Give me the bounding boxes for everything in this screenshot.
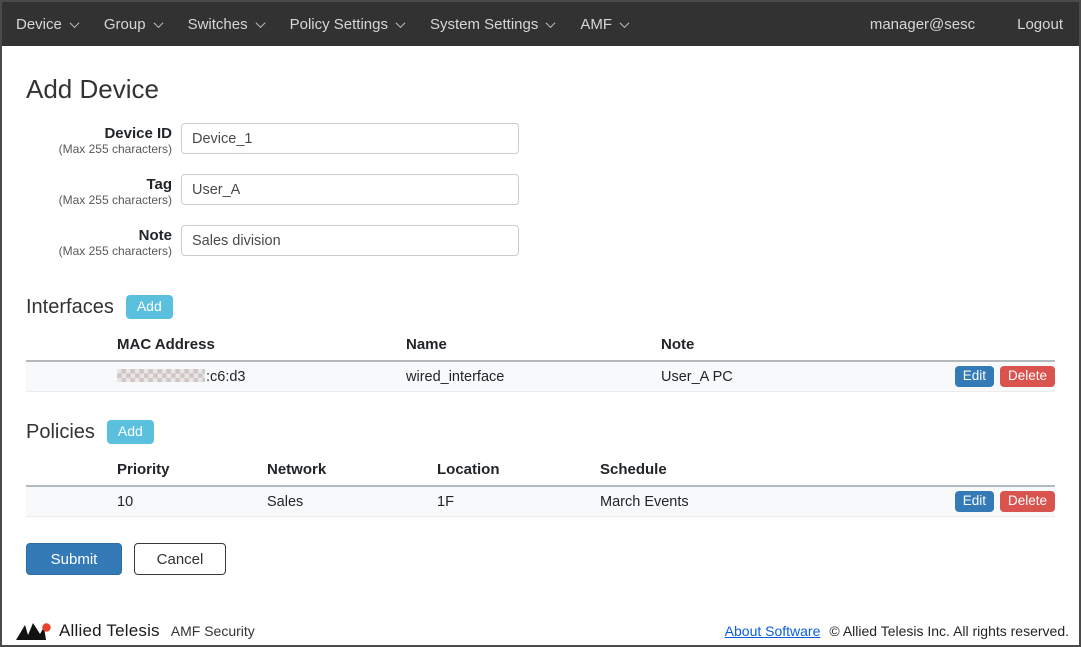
footer-brand: Allied Telesis AMF Security	[16, 621, 255, 641]
nav-item-label: Policy Settings	[290, 16, 388, 33]
nav-item-label: Group	[104, 16, 146, 33]
spacer-cell	[26, 331, 117, 361]
interface-delete-button[interactable]: Delete	[1000, 366, 1055, 387]
table-row: :c6:d3 wired_interface User_A PC Edit Del…	[26, 361, 1055, 392]
chevron-down-icon	[620, 18, 630, 28]
submit-button[interactable]: Submit	[26, 543, 122, 575]
col-priority: Priority	[117, 456, 267, 486]
table-row: 10 Sales 1F March Events Edit Delete	[26, 486, 1055, 517]
chevron-down-icon	[255, 18, 265, 28]
app-window: Device Group Switches Policy Settings Sy…	[0, 0, 1081, 647]
nav-item-device[interactable]: Device	[16, 16, 78, 33]
tag-field[interactable]	[181, 174, 519, 205]
main-content: Add Device Device ID (Max 255 characters…	[2, 74, 1079, 575]
logged-in-user[interactable]: manager@sesc	[870, 16, 975, 33]
page-title: Add Device	[26, 74, 1055, 105]
product-name: AMF Security	[171, 623, 255, 639]
policies-section-header: Policies Add	[26, 420, 1055, 444]
note-field[interactable]	[181, 225, 519, 256]
note-hint: (Max 255 characters)	[26, 245, 172, 259]
chevron-down-icon	[69, 18, 79, 28]
nav-item-amf[interactable]: AMF	[580, 16, 628, 33]
tag-label-block: Tag (Max 255 characters)	[26, 174, 172, 208]
interfaces-table: MAC Address Name Note :c6:d3 wired_inter…	[26, 331, 1055, 392]
nav-menu: Device Group Switches Policy Settings Sy…	[16, 16, 628, 33]
spacer-cell	[26, 361, 117, 392]
form-row-tag: Tag (Max 255 characters)	[26, 174, 1055, 208]
about-software-link[interactable]: About Software	[725, 623, 821, 639]
interface-actions-cell: Edit Delete	[923, 361, 1055, 392]
logout-button[interactable]: Logout	[1017, 16, 1063, 33]
policy-edit-button[interactable]: Edit	[955, 491, 994, 512]
nav-item-system-settings[interactable]: System Settings	[430, 16, 554, 33]
policy-schedule-cell: March Events	[600, 486, 923, 517]
chevron-down-icon	[153, 18, 163, 28]
policy-actions-cell: Edit Delete	[923, 486, 1055, 517]
form-row-device-id: Device ID (Max 255 characters)	[26, 123, 1055, 157]
form-actions: Submit Cancel	[26, 543, 1055, 575]
interfaces-header-row: MAC Address Name Note	[26, 331, 1055, 361]
top-navbar: Device Group Switches Policy Settings Sy…	[2, 2, 1079, 46]
device-id-hint: (Max 255 characters)	[26, 143, 172, 157]
nav-item-label: System Settings	[430, 16, 538, 33]
nav-item-label: Device	[16, 16, 62, 33]
col-name: Name	[406, 331, 661, 361]
nav-item-policy-settings[interactable]: Policy Settings	[290, 16, 404, 33]
policies-title: Policies	[26, 421, 95, 444]
device-id-field[interactable]	[181, 123, 519, 154]
brand-name: Allied Telesis	[59, 621, 160, 641]
nav-item-label: AMF	[580, 16, 612, 33]
mac-redacted-block	[117, 369, 205, 382]
allied-telesis-logo-icon	[16, 622, 52, 641]
policy-priority-cell: 10	[117, 486, 267, 517]
cancel-button[interactable]: Cancel	[134, 543, 226, 575]
col-mac-address: MAC Address	[117, 331, 406, 361]
interface-name-cell: wired_interface	[406, 361, 661, 392]
policies-table: Priority Network Location Schedule 10 Sa…	[26, 456, 1055, 517]
chevron-down-icon	[396, 18, 406, 28]
interface-note-cell: User_A PC	[661, 361, 923, 392]
copyright-text: © Allied Telesis Inc. All rights reserve…	[829, 623, 1069, 639]
interfaces-section-header: Interfaces Add	[26, 295, 1055, 319]
tag-label: Tag	[26, 176, 172, 193]
policy-location-cell: 1F	[437, 486, 600, 517]
col-actions	[923, 331, 1055, 361]
policies-add-button[interactable]: Add	[107, 420, 154, 444]
interfaces-add-button[interactable]: Add	[126, 295, 173, 319]
note-label-block: Note (Max 255 characters)	[26, 225, 172, 259]
footer-legal: About Software © Allied Telesis Inc. All…	[725, 623, 1069, 639]
policy-network-cell: Sales	[267, 486, 437, 517]
mac-suffix: :c6:d3	[206, 369, 246, 385]
chevron-down-icon	[546, 18, 556, 28]
policies-header-row: Priority Network Location Schedule	[26, 456, 1055, 486]
tag-hint: (Max 255 characters)	[26, 194, 172, 208]
footer: Allied Telesis AMF Security About Softwa…	[2, 621, 1079, 641]
device-id-label: Device ID	[26, 125, 172, 142]
spacer-cell	[26, 456, 117, 486]
col-network: Network	[267, 456, 437, 486]
col-location: Location	[437, 456, 600, 486]
form-row-note: Note (Max 255 characters)	[26, 225, 1055, 259]
col-note: Note	[661, 331, 923, 361]
nav-item-label: Switches	[188, 16, 248, 33]
nav-item-group[interactable]: Group	[104, 16, 162, 33]
device-id-label-block: Device ID (Max 255 characters)	[26, 123, 172, 157]
mac-address-cell: :c6:d3	[117, 361, 406, 392]
spacer-cell	[26, 486, 117, 517]
note-label: Note	[26, 227, 172, 244]
nav-right: manager@sesc Logout	[870, 16, 1063, 33]
interfaces-title: Interfaces	[26, 296, 114, 319]
interface-edit-button[interactable]: Edit	[955, 366, 994, 387]
col-actions	[923, 456, 1055, 486]
nav-item-switches[interactable]: Switches	[188, 16, 264, 33]
policy-delete-button[interactable]: Delete	[1000, 491, 1055, 512]
col-schedule: Schedule	[600, 456, 923, 486]
